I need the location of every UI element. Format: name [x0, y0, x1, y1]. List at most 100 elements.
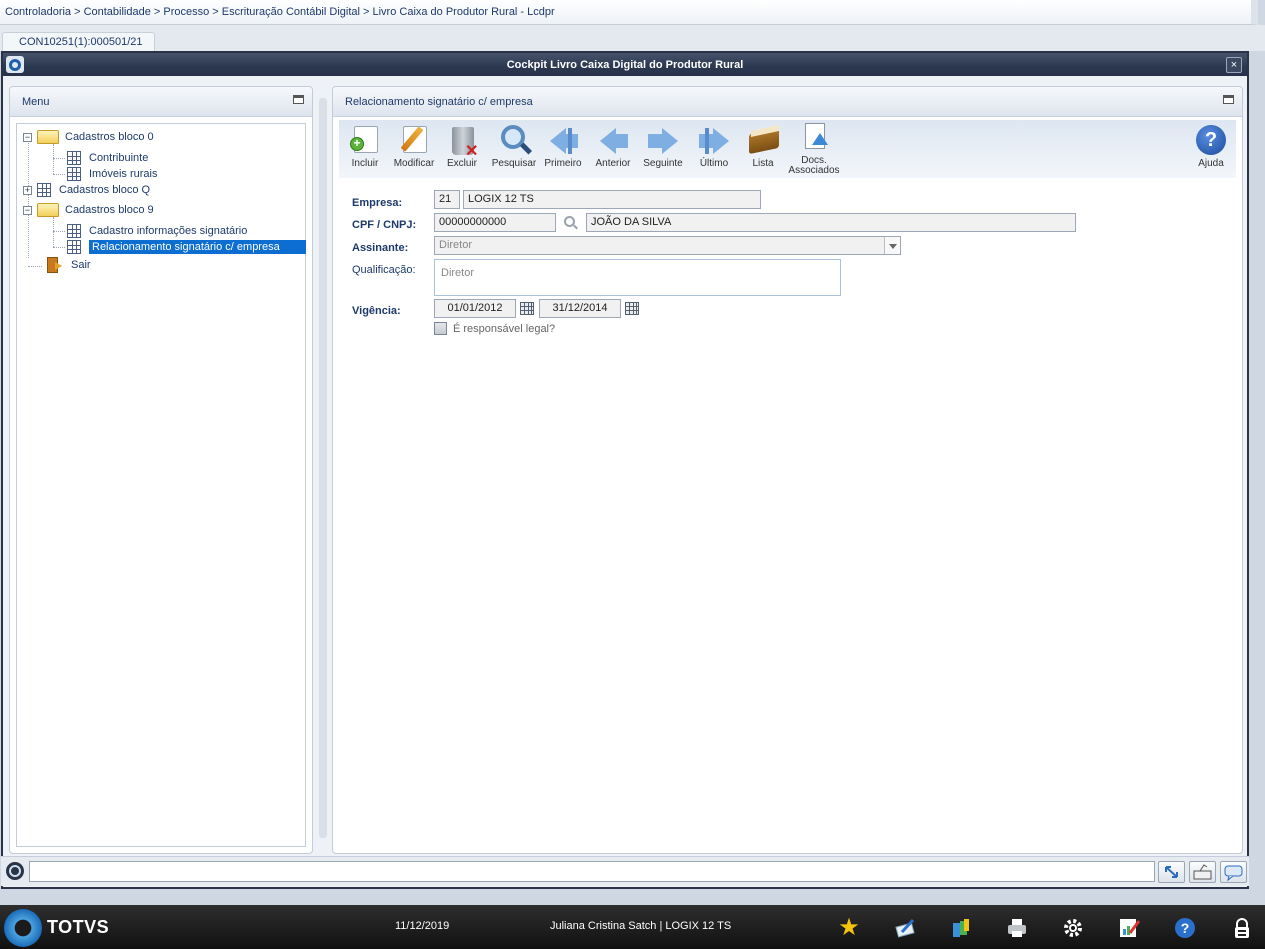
- vigencia-start-field[interactable]: 01/01/2012: [434, 299, 516, 318]
- content-title: Relacionamento signatário c/ empresa: [345, 96, 533, 108]
- cpf-cnpj-field[interactable]: 00000000000: [434, 213, 556, 232]
- keyboard-button[interactable]: [1189, 861, 1216, 883]
- anterior-button[interactable]: Anterior: [587, 123, 639, 169]
- resize-arrow-icon: [1165, 866, 1178, 878]
- resize-button[interactable]: [1158, 861, 1185, 883]
- totvs-status-icon[interactable]: [6, 862, 24, 880]
- collapse-icon[interactable]: −: [23, 205, 32, 215]
- tree-line: [53, 174, 65, 175]
- toolbar-label: Modificar: [393, 158, 435, 169]
- qualificacao-textarea[interactable]: Diretor: [434, 259, 841, 296]
- tree-node-relacionamento-signatario[interactable]: Relacionamento signatário c/ empresa: [67, 239, 306, 255]
- chart-edit-icon[interactable]: [1118, 917, 1140, 939]
- tree-node-contribuinte[interactable]: Contribuinte: [67, 150, 148, 166]
- trash-icon: ✕: [443, 123, 481, 160]
- tree-line: [53, 217, 54, 247]
- cpf-cnpj-label: CPF / CNPJ:: [352, 219, 417, 231]
- assinante-select[interactable]: Diretor: [434, 236, 901, 255]
- gear-icon[interactable]: [1062, 917, 1084, 939]
- printer-icon[interactable]: [1006, 917, 1028, 939]
- expand-icon[interactable]: +: [23, 185, 32, 195]
- last-arrow-icon: [695, 123, 733, 157]
- tree-node-imoveis-rurais[interactable]: Imóveis rurais: [67, 166, 157, 182]
- empresa-name-field[interactable]: LOGIX 12 TS: [463, 190, 761, 209]
- calendar-icon[interactable]: [520, 302, 534, 315]
- minimize-content-button[interactable]: [1223, 95, 1234, 104]
- exit-door-icon: [45, 256, 63, 274]
- collapse-icon[interactable]: −: [23, 132, 32, 142]
- totvs-logo-icon[interactable]: [4, 909, 42, 947]
- menu-panel-header: Menu: [10, 87, 312, 117]
- assinante-value: Diretor: [439, 239, 473, 251]
- toolbar-label: Pesquisar: [491, 158, 537, 169]
- cube-apps-icon[interactable]: [950, 917, 972, 939]
- signatario-name-field[interactable]: JOÃO DA SILVA: [586, 213, 1076, 232]
- tree-line: [53, 247, 65, 248]
- qualificacao-label: Qualificação:: [352, 264, 416, 276]
- chevron-down-icon[interactable]: [884, 237, 900, 254]
- responsavel-legal-checkbox[interactable]: [434, 322, 447, 335]
- excluir-button[interactable]: ✕ Excluir: [436, 123, 488, 169]
- help-circle-icon[interactable]: ?: [1174, 917, 1196, 939]
- next-arrow-icon: [644, 123, 682, 157]
- lista-button[interactable]: Lista: [737, 123, 789, 169]
- status-bar: [1, 856, 1249, 886]
- tree-line: [53, 158, 65, 159]
- ajuda-button[interactable]: ? Ajuda: [1185, 123, 1237, 169]
- search-icon[interactable]: [564, 216, 575, 227]
- tree-node-cadastro-informacoes-signatario[interactable]: Cadastro informações signatário: [67, 223, 247, 239]
- toolbar-label: Ajuda: [1198, 158, 1224, 169]
- toolbar: + Incluir Modificar ✕ Excluir Pesquisar …: [339, 120, 1236, 178]
- tree-line: [53, 144, 54, 174]
- keyboard-icon: [1193, 864, 1212, 880]
- program-tab[interactable]: CON10251(1):000501/21: [2, 32, 155, 51]
- close-button[interactable]: ×: [1226, 57, 1242, 73]
- docs-associados-button[interactable]: Docs. Associados: [788, 123, 840, 176]
- minimize-menu-button[interactable]: [293, 95, 304, 104]
- ultimo-button[interactable]: Último: [688, 123, 740, 169]
- status-message-field[interactable]: [29, 861, 1155, 882]
- svg-text:?: ?: [1181, 920, 1190, 936]
- tree-node-label: Relacionamento signatário c/ empresa: [89, 240, 306, 254]
- tree-node-cadastros-bloco-q[interactable]: + Cadastros bloco Q: [23, 182, 150, 198]
- message-button[interactable]: [1220, 861, 1247, 883]
- folder-open-icon: [37, 203, 59, 217]
- tree-node-cadastros-bloco-9[interactable]: − Cadastros bloco 9: [23, 202, 154, 218]
- toolbar-label: Seguinte: [643, 158, 683, 169]
- vigencia-end-field[interactable]: 31/12/2014: [539, 299, 621, 318]
- favorites-star-icon[interactable]: ★: [838, 916, 860, 940]
- primeiro-button[interactable]: Primeiro: [537, 123, 589, 169]
- folder-open-icon: [37, 130, 59, 144]
- content-panel-header: Relacionamento signatário c/ empresa: [333, 87, 1242, 117]
- content-panel: Relacionamento signatário c/ empresa + I…: [332, 86, 1243, 854]
- toolbar-label: Incluir: [351, 158, 379, 169]
- grid-form-icon: [67, 224, 81, 238]
- tree-node-label: Cadastros bloco 9: [65, 204, 154, 216]
- toolbar-label: Primeiro: [544, 158, 582, 169]
- toolbar-label: Anterior: [595, 158, 631, 169]
- grid-form-icon: [37, 183, 51, 197]
- assinante-label: Assinante:: [352, 242, 409, 254]
- incluir-button[interactable]: + Incluir: [339, 123, 391, 169]
- toolbar-label: Excluir: [446, 158, 477, 169]
- tree-line: [53, 231, 65, 232]
- pesquisar-button[interactable]: Pesquisar: [488, 123, 540, 169]
- tree-node-cadastros-bloco-0[interactable]: − Cadastros bloco 0: [23, 129, 154, 145]
- breadcrumb[interactable]: Controladoria > Contabilidade > Processo…: [0, 0, 1258, 25]
- modificar-button[interactable]: Modificar: [388, 123, 440, 169]
- panel-splitter[interactable]: [319, 98, 327, 838]
- tree-node-label: Cadastros bloco Q: [59, 184, 151, 196]
- chat-bubble-icon: [1224, 865, 1243, 882]
- tree-node-sair[interactable]: Sair: [45, 257, 91, 273]
- calendar-icon[interactable]: [625, 302, 639, 315]
- menu-title: Menu: [22, 96, 50, 108]
- tree-line: [28, 266, 42, 267]
- first-arrow-icon: [544, 123, 582, 157]
- document-pen-icon[interactable]: [894, 917, 916, 939]
- empresa-code-field[interactable]: 21: [434, 190, 460, 209]
- lock-icon[interactable]: [1231, 917, 1253, 939]
- tree-node-label: Sair: [71, 259, 91, 271]
- vigencia-label: Vigência:: [352, 305, 401, 317]
- seguinte-button[interactable]: Seguinte: [637, 123, 689, 169]
- tab-strip: CON10251(1):000501/21: [0, 25, 1265, 51]
